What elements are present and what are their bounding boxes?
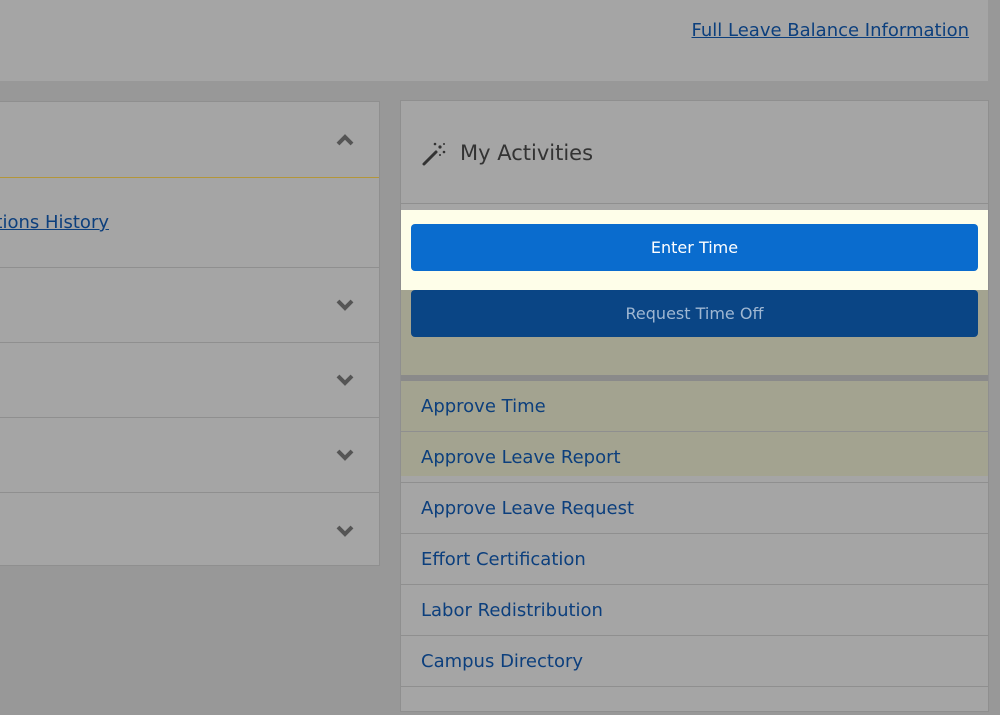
my-activities-panel: My Activities Enter Time Request Time Of… xyxy=(400,100,989,712)
effort-certification-link[interactable]: Effort Certification xyxy=(401,534,988,585)
full-leave-balance-link[interactable]: Full Leave Balance Information xyxy=(692,20,969,41)
accordion-row-collapsed[interactable] xyxy=(0,343,379,418)
accordion-row-collapsed[interactable] xyxy=(0,268,379,343)
activities-header: My Activities xyxy=(401,101,988,204)
approve-leave-report-link[interactable]: Approve Leave Report xyxy=(401,432,988,483)
activities-list: Approve Time Approve Leave Report Approv… xyxy=(401,375,988,687)
chevron-down-icon[interactable] xyxy=(335,370,355,390)
campus-directory-link[interactable]: Campus Directory xyxy=(401,636,988,687)
panel-title: My Activities xyxy=(460,141,594,165)
chevron-up-icon[interactable] xyxy=(335,130,355,150)
chevron-down-icon[interactable] xyxy=(335,445,355,465)
transactions-history-link[interactable]: ctions History xyxy=(0,212,109,233)
accordion-row-collapsed[interactable] xyxy=(0,418,379,493)
approve-time-link[interactable]: Approve Time xyxy=(401,381,988,432)
chevron-down-icon[interactable] xyxy=(335,521,355,541)
approve-leave-request-link[interactable]: Approve Leave Request xyxy=(401,483,988,534)
request-time-off-button[interactable]: Request Time Off xyxy=(411,290,978,337)
accordion-expanded-body: ctions History xyxy=(0,178,379,268)
enter-time-button[interactable]: Enter Time xyxy=(411,224,978,271)
magic-wand-icon xyxy=(422,142,446,166)
accordion-expanded-header[interactable] xyxy=(0,102,379,178)
left-accordion-panel: ctions History xyxy=(0,101,380,566)
accordion-row-collapsed[interactable] xyxy=(0,493,379,568)
labor-redistribution-link[interactable]: Labor Redistribution xyxy=(401,585,988,636)
chevron-down-icon[interactable] xyxy=(335,295,355,315)
leave-balance-panel: Full Leave Balance Information xyxy=(0,0,988,81)
